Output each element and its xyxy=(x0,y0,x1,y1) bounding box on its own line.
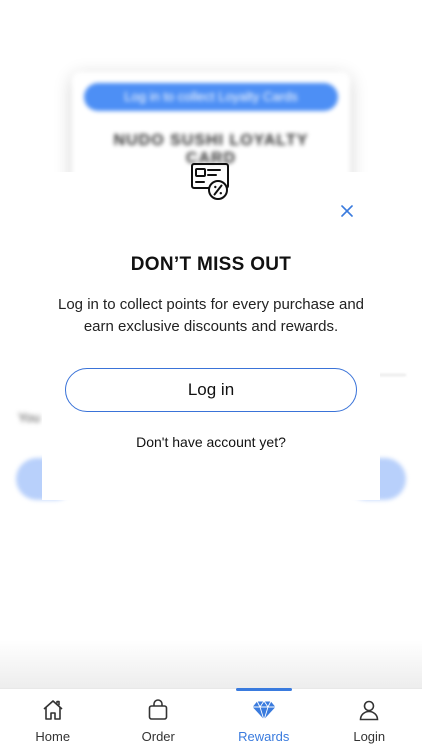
modal-description: Log in to collect points for every purch… xyxy=(58,296,365,335)
tab-home[interactable]: Home xyxy=(0,689,106,750)
background-text: You xyxy=(18,410,40,425)
home-icon xyxy=(40,697,66,723)
loyalty-card-discount-icon xyxy=(190,160,232,202)
tab-order[interactable]: Order xyxy=(106,689,212,750)
background-fade xyxy=(0,640,422,688)
tab-rewards[interactable]: Rewards xyxy=(211,688,317,750)
user-icon xyxy=(356,697,382,723)
active-tab-indicator xyxy=(236,688,292,691)
bag-icon xyxy=(145,697,171,723)
login-button[interactable]: Log in xyxy=(65,368,357,412)
diamond-icon xyxy=(251,697,277,723)
close-icon xyxy=(341,205,353,217)
modal-title: DON’T MISS OUT xyxy=(130,254,292,275)
background-divider xyxy=(378,374,406,376)
tab-login[interactable]: Login xyxy=(317,689,422,750)
signup-link[interactable]: Don't have account yet? xyxy=(42,434,380,450)
close-button[interactable] xyxy=(336,200,358,222)
login-prompt-modal: DON’T MISS OUT Log in to collect points … xyxy=(42,163,380,500)
collect-loyalty-cards-button: Log in to collect Loyalty Cards xyxy=(84,83,338,111)
bottom-tab-bar: Home Order Rewards Login xyxy=(0,688,422,750)
tab-home-label: Home xyxy=(35,729,71,744)
tab-rewards-label: Rewards xyxy=(238,729,290,744)
tab-login-label: Login xyxy=(353,729,386,744)
tab-order-label: Order xyxy=(141,729,175,744)
